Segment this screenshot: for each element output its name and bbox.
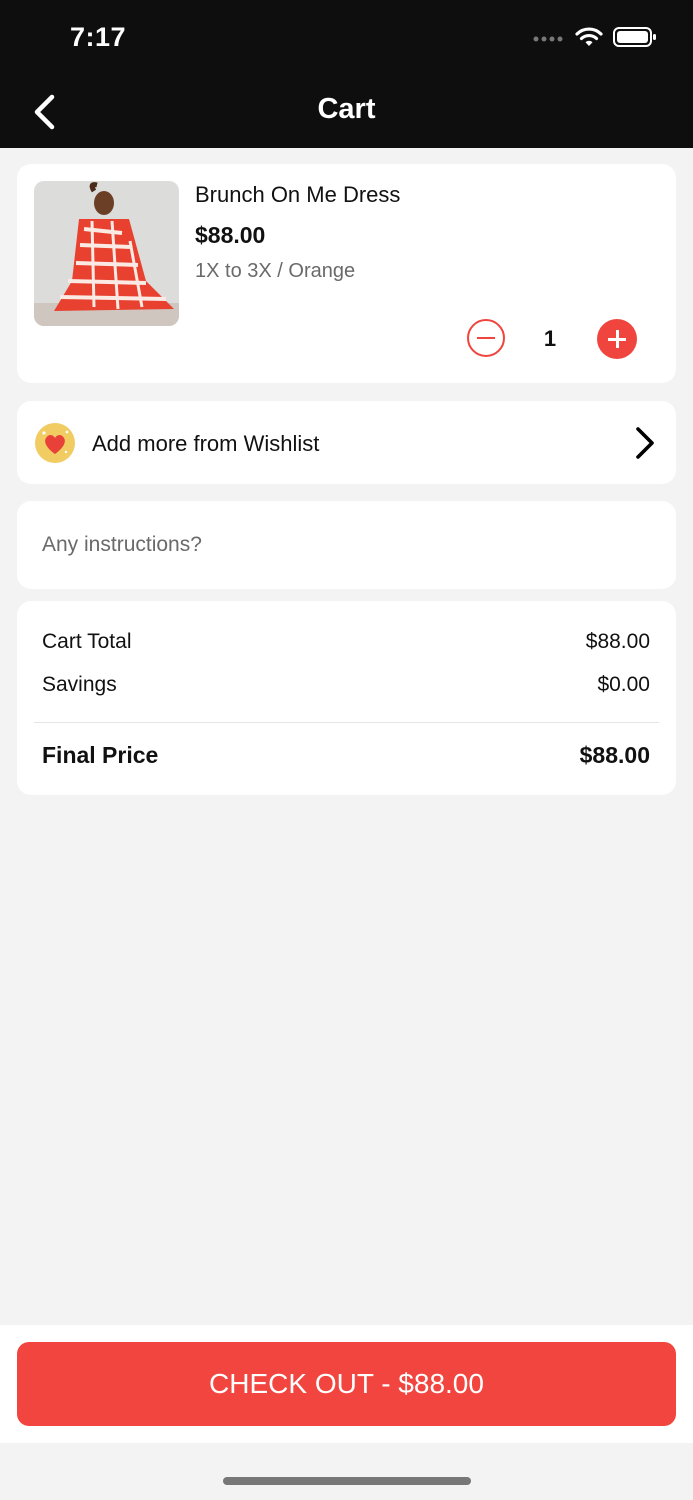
quantity-value: 1 — [543, 326, 557, 351]
summary-divider — [34, 722, 659, 723]
dress-photo — [34, 181, 179, 326]
final-price-row: Final Price $88.00 — [42, 742, 650, 769]
nav-bar: Cart — [0, 76, 693, 148]
heart-icon — [42, 430, 69, 454]
cart-total-value: $88.00 — [585, 630, 650, 653]
checkout-bar: CHECK OUT - $88.00 — [0, 1325, 693, 1443]
product-name[interactable]: Brunch On Me Dress — [195, 182, 400, 208]
price-summary-card: Cart Total $88.00 Savings $0.00 Final Pr… — [17, 601, 676, 795]
wishlist-badge — [35, 423, 75, 463]
status-bar: 7:17 — [0, 0, 693, 76]
battery-icon — [613, 27, 656, 47]
status-time: 7:17 — [70, 22, 127, 52]
savings-row: Savings $0.00 — [42, 673, 650, 697]
signal-icon — [533, 36, 563, 42]
status-icons — [533, 26, 657, 48]
chevron-right-icon — [636, 427, 654, 459]
product-price: $88.00 — [195, 222, 266, 248]
wifi-icon — [575, 27, 603, 46]
wishlist-row[interactable]: Add more from Wishlist — [17, 401, 676, 484]
instructions-input[interactable] — [42, 515, 652, 575]
cart-total-row: Cart Total $88.00 — [42, 630, 650, 654]
final-price-label: Final Price — [42, 742, 159, 768]
cart-total-label: Cart Total — [42, 630, 132, 653]
product-image[interactable] — [34, 181, 179, 326]
quantity-decrease-button[interactable] — [467, 319, 505, 357]
checkout-button[interactable]: CHECK OUT - $88.00 — [17, 1342, 676, 1426]
product-variant: 1X to 3X / Orange — [195, 260, 356, 282]
quantity-increase-button[interactable] — [597, 319, 637, 359]
instructions-card — [17, 501, 676, 589]
final-price-value: $88.00 — [579, 742, 650, 768]
wishlist-label: Add more from Wishlist — [92, 431, 320, 456]
page-title: Cart — [317, 93, 376, 125]
cart-item-card: Brunch On Me Dress $88.00 1X to 3X / Ora… — [17, 164, 676, 383]
savings-label: Savings — [42, 673, 117, 696]
savings-value: $0.00 — [597, 673, 650, 696]
home-indicator[interactable] — [223, 1477, 471, 1485]
